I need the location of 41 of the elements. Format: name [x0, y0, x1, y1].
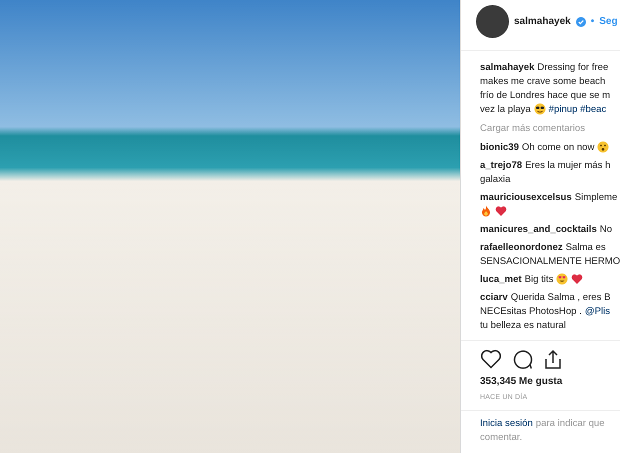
comment-text: Oh come on now — [522, 142, 594, 152]
username-link[interactable]: salmahayek — [514, 16, 571, 27]
login-prompt-text: para indicar que — [536, 417, 605, 431]
flame-icon — [480, 205, 492, 217]
speech-bubble-icon[interactable] — [512, 349, 533, 370]
comment-text: vez la playa — [480, 104, 531, 114]
surprised-face-icon — [597, 141, 610, 153]
likes-count[interactable]: 353,345 Me gusta — [461, 370, 562, 387]
comment-text: Eres la mujer más h — [525, 160, 610, 170]
username-link[interactable]: manicures_and_cocktails — [480, 224, 597, 234]
comment-text: Big tits — [524, 274, 554, 284]
comment-text: Salma es — [566, 242, 606, 252]
username-link[interactable]: bionic39 — [480, 142, 519, 152]
separator-dot: • — [590, 16, 594, 27]
comment-text: Simpleme — [574, 192, 618, 202]
username-link[interactable]: salmahayek — [480, 62, 534, 72]
comment-text: frío de Londres hace que se m — [480, 90, 610, 100]
heart-outline-icon[interactable] — [480, 349, 502, 369]
heart-icon — [495, 205, 507, 217]
comment-text: Querida Salma , eres B — [510, 292, 610, 302]
hashtag-link[interactable]: @Plis — [584, 306, 610, 316]
username-link[interactable]: cciarv — [480, 292, 508, 302]
sunglasses-face-icon — [534, 103, 546, 115]
username-link[interactable]: luca_met — [480, 274, 522, 284]
comment-text: Dressing for free — [537, 62, 608, 72]
comment-text: galaxia — [480, 174, 510, 184]
comment-text: makes me crave some beach — [480, 76, 606, 86]
login-link[interactable]: Inicia sesión — [480, 417, 533, 431]
share-upload-icon[interactable] — [543, 349, 563, 370]
hashtag-link[interactable]: #pinup #beac — [548, 104, 606, 114]
comment-text: NECEsitas PhotosHop . — [480, 306, 582, 316]
comment-text: tu belleza es natural — [480, 320, 566, 330]
avatar-circle[interactable] — [476, 5, 509, 38]
comment-text: No — [600, 224, 612, 234]
username-link[interactable]: rafaelleonordonez — [480, 242, 563, 252]
heart-icon — [571, 273, 584, 285]
comment-text: SENSACIONALMENTE HERMO — [480, 256, 620, 266]
username-link[interactable]: a_trejo78 — [480, 160, 522, 170]
username-link[interactable]: mauriciousexcelsus — [480, 192, 572, 202]
login-prompt-text: comentar. — [480, 431, 522, 445]
heart-eyes-face-icon — [556, 273, 568, 285]
